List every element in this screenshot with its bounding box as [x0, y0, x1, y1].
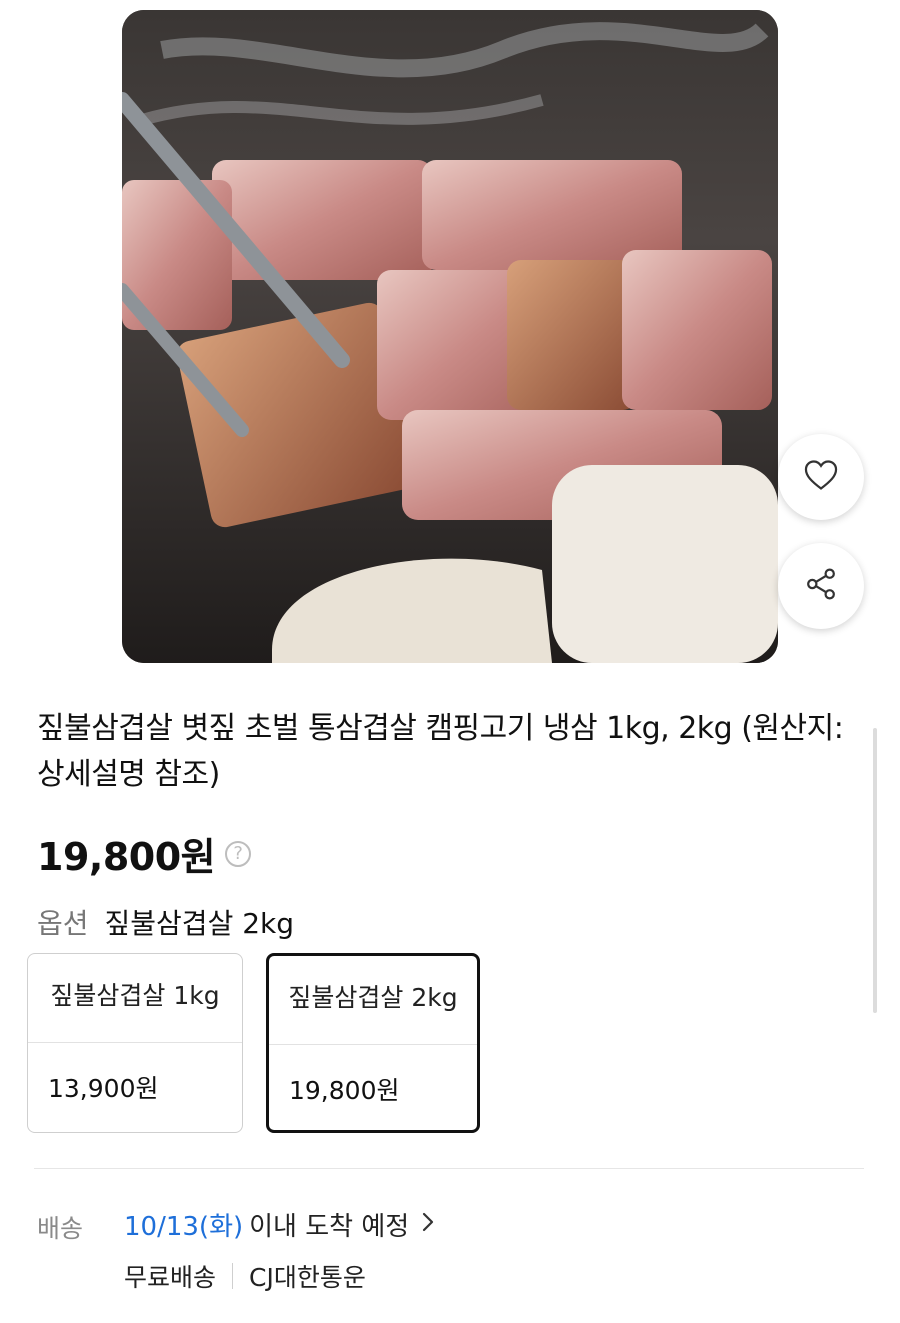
- option-summary: 옵션 짚불삼겹살 2kg: [37, 902, 294, 942]
- delivery-eta-link[interactable]: 10/13(화) 이내 도착 예정: [124, 1206, 435, 1243]
- price-row: 19,800원 ?: [37, 826, 252, 881]
- heart-icon: [802, 456, 840, 498]
- shipping-fee: 무료배송: [124, 1263, 217, 1292]
- wishlist-button[interactable]: [778, 434, 864, 520]
- shipping-label: 배송: [37, 1214, 84, 1243]
- option-label: 옵션: [37, 907, 89, 940]
- product-image[interactable]: [122, 10, 778, 663]
- question-icon[interactable]: ?: [225, 840, 252, 867]
- option-selected-value: 짚불삼겹살 2kg: [104, 907, 295, 940]
- option-card-1kg[interactable]: 짚불삼겹살 1kg 13,900원: [27, 953, 243, 1133]
- option-card-price: 13,900원: [48, 1074, 159, 1103]
- chevron-right-icon: [421, 1210, 435, 1240]
- shipping-carrier: CJ대한통운: [249, 1263, 366, 1292]
- option-card-2kg[interactable]: 짚불삼겹살 2kg 19,800원: [266, 953, 480, 1133]
- option-card-name: 짚불삼겹살 1kg: [50, 981, 220, 1010]
- option-card-name: 짚불삼겹살 2kg: [288, 983, 458, 1012]
- product-price: 19,800원: [37, 835, 216, 879]
- option-card-divider: [269, 1044, 477, 1045]
- delivery-eta-date: 10/13(화): [124, 1212, 244, 1242]
- meta-separator: [232, 1263, 234, 1289]
- product-title: 짚불삼겹살 볏짚 초벌 통삼겹살 캠핑고기 냉삼 1kg, 2kg (원산지: …: [37, 711, 844, 792]
- share-icon: [802, 565, 840, 607]
- delivery-eta-text: 이내 도착 예정: [249, 1212, 410, 1242]
- option-card-price: 19,800원: [289, 1076, 400, 1105]
- scrollbar[interactable]: [873, 728, 877, 1013]
- option-card-divider: [28, 1042, 242, 1043]
- section-divider: [34, 1168, 864, 1169]
- shipping-meta: 무료배송 CJ대한통운: [124, 1258, 366, 1294]
- share-button[interactable]: [778, 543, 864, 629]
